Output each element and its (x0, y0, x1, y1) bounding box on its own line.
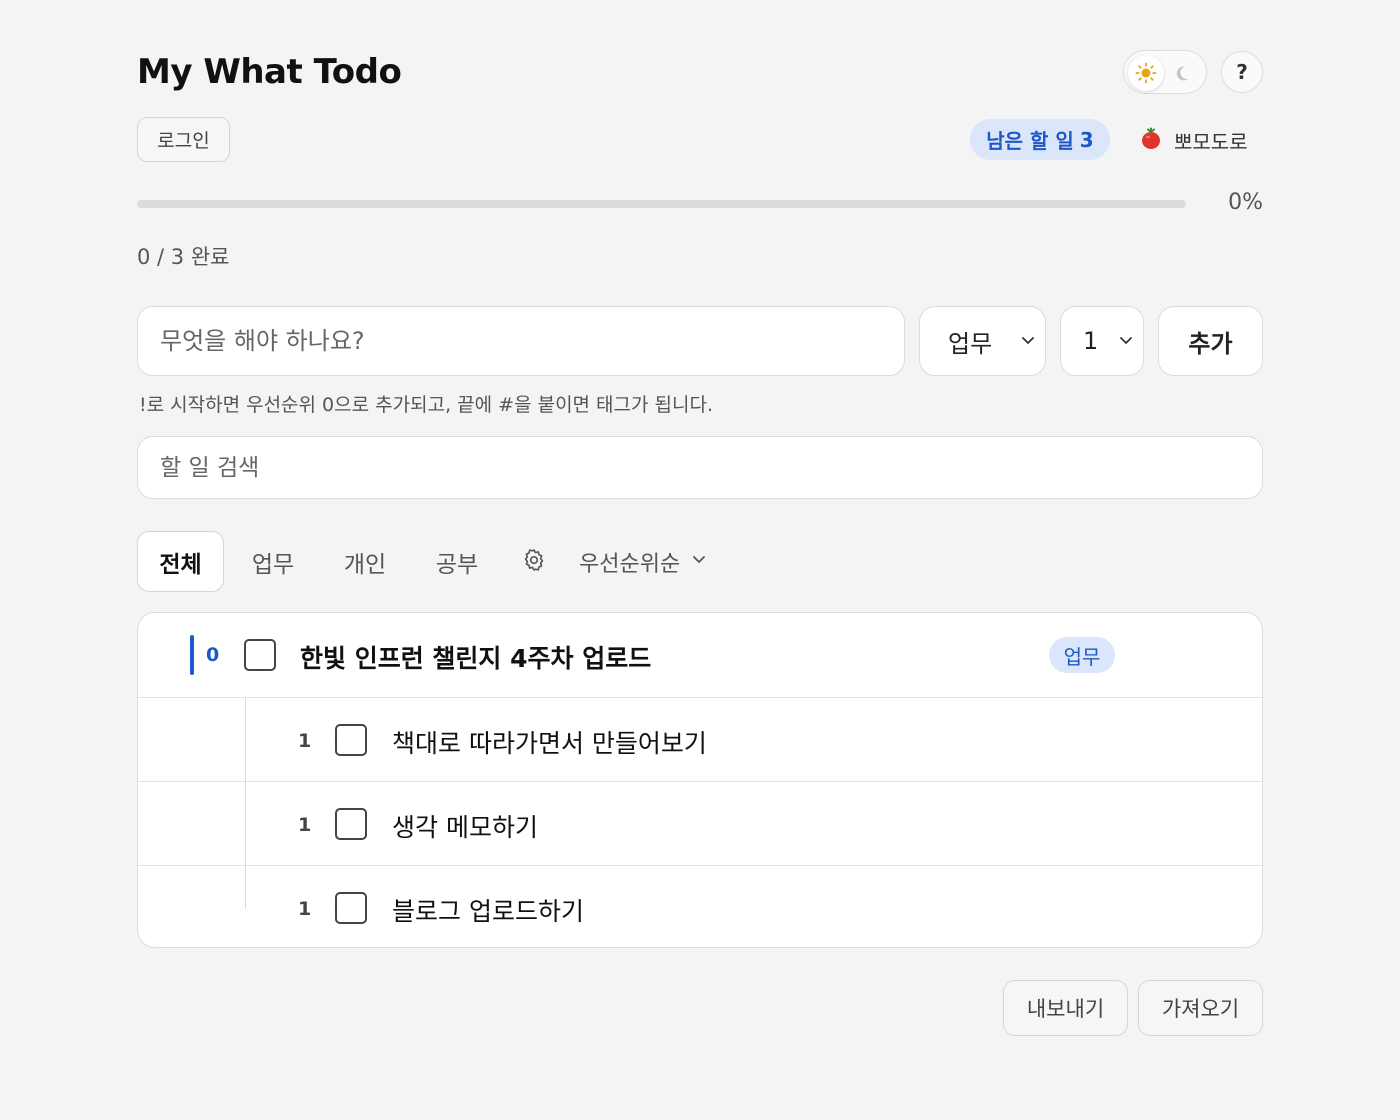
input-hint: !로 시작하면 우선순위 0으로 추가되고, 끝에 #을 붙이면 태그가 됩니다… (139, 394, 714, 416)
task-checkbox[interactable] (335, 892, 367, 924)
progress-percent: 0% (1228, 190, 1263, 215)
task-text[interactable]: 한빛 인프런 챌린지 4주차 업로드 (300, 639, 651, 675)
chevron-down-icon (1019, 327, 1037, 355)
task-priority: 1 (298, 898, 312, 920)
task-tag-badge: 업무 (1049, 637, 1115, 673)
theme-toggle[interactable] (1123, 50, 1207, 94)
tab-work[interactable]: 업무 (236, 531, 310, 592)
task-row: 1 책대로 따라가면서 만들어보기 (138, 697, 1262, 781)
priority-indicator (190, 635, 194, 675)
moon-icon[interactable] (1164, 55, 1200, 91)
remaining-badge: 남은 할 일 3 (970, 119, 1110, 160)
app-title: My What Todo (137, 52, 402, 92)
tab-all[interactable]: 전체 (137, 531, 224, 592)
priority-select[interactable]: 1 (1060, 306, 1144, 376)
export-button[interactable]: 내보내기 (1003, 980, 1128, 1036)
login-button[interactable]: 로그인 (137, 117, 230, 162)
task-checkbox[interactable] (335, 724, 367, 756)
chevron-down-icon (690, 549, 708, 574)
task-text[interactable]: 생각 메모하기 (392, 808, 538, 844)
priority-select-value: 1 (1083, 327, 1099, 355)
search-input[interactable] (137, 436, 1263, 499)
progress-bar (137, 200, 1186, 208)
pomodoro-button[interactable]: 뽀모도로 (1140, 122, 1248, 158)
tomato-icon (1140, 126, 1162, 155)
chevron-down-icon (1117, 327, 1135, 355)
task-row: 0 한빛 인프런 챌린지 4주차 업로드 업무 (138, 613, 1262, 697)
remaining-label: 남은 할 일 (986, 129, 1074, 153)
task-priority: 0 (206, 644, 220, 666)
task-text[interactable]: 블로그 업로드하기 (392, 892, 584, 928)
task-checkbox[interactable] (335, 808, 367, 840)
subtask-connector (245, 697, 246, 909)
done-count: 0 / 3 완료 (137, 245, 230, 269)
import-button[interactable]: 가져오기 (1138, 980, 1263, 1036)
gear-icon[interactable] (519, 545, 549, 575)
add-button[interactable]: 추가 (1158, 306, 1263, 376)
task-row: 1 생각 메모하기 (138, 781, 1262, 865)
task-row: 1 블로그 업로드하기 (138, 865, 1262, 947)
pomodoro-label: 뽀모도로 (1174, 129, 1248, 154)
task-checkbox[interactable] (244, 639, 276, 671)
tab-study[interactable]: 공부 (420, 531, 494, 592)
task-priority: 1 (298, 814, 312, 836)
task-input[interactable] (137, 306, 905, 376)
sun-icon[interactable] (1128, 55, 1164, 91)
task-priority: 1 (298, 730, 312, 752)
tab-personal[interactable]: 개인 (328, 531, 402, 592)
remaining-count: 3 (1079, 127, 1094, 152)
task-list: 0 한빛 인프런 챌린지 4주차 업로드 업무 1 책대로 따라가면서 만들어보… (137, 612, 1263, 948)
task-text[interactable]: 책대로 따라가면서 만들어보기 (392, 724, 707, 760)
sort-select-value: 우선순위순 (579, 551, 681, 577)
category-select-value: 업무 (948, 329, 993, 358)
help-button[interactable]: ? (1221, 51, 1263, 93)
sort-select[interactable]: 우선순위순 (579, 531, 708, 592)
category-select[interactable]: 업무 (919, 306, 1046, 376)
